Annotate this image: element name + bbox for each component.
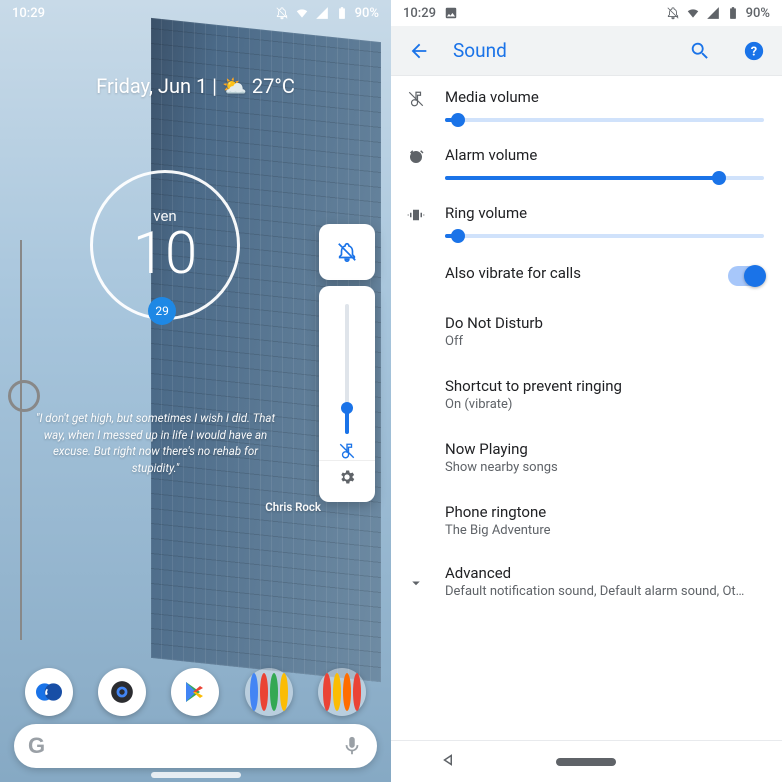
shortcut-row[interactable]: Shortcut to prevent ringing On (vibrate) [391, 363, 782, 426]
ringtone-sub: The Big Adventure [445, 523, 764, 538]
ring-volume-label: Ring volume [445, 204, 764, 222]
dock-folder-2[interactable] [318, 668, 366, 716]
status-time: 10:29 [12, 6, 45, 21]
media-volume-slider[interactable] [445, 118, 764, 122]
ringtone-label: Phone ringtone [445, 503, 764, 521]
alarm-volume-row[interactable]: Alarm volume [391, 134, 782, 192]
chevron-down-icon [407, 574, 425, 592]
shortcut-sub: On (vibrate) [445, 397, 764, 412]
media-volume-label: Media volume [445, 88, 764, 106]
alarm-volume-slider[interactable] [445, 176, 764, 180]
media-mute-icon[interactable] [338, 442, 356, 460]
status-bar: 10:29 90% [0, 0, 391, 26]
media-volume-row[interactable]: Media volume [391, 76, 782, 134]
nav-home-pill[interactable] [556, 758, 616, 766]
dock [0, 668, 391, 716]
settings-header: Sound ? [391, 26, 782, 76]
date-weather-widget[interactable]: Friday, Jun 1 | ⛅ 27°C [0, 74, 391, 98]
battery-percent: 90% [355, 6, 379, 21]
help-button[interactable]: ? [734, 31, 774, 71]
cell-signal-icon [315, 6, 329, 20]
dnd-label: Do Not Disturb [445, 314, 764, 332]
cell-signal-icon [706, 6, 720, 20]
ring-volume-row[interactable]: Ring volume [391, 192, 782, 250]
settings-title: Sound [453, 39, 507, 62]
arrow-back-icon [408, 40, 430, 62]
vibrate-calls-toggle[interactable] [728, 266, 764, 286]
battery-percent: 90% [746, 6, 770, 21]
google-logo-icon: G [28, 733, 45, 759]
settings-sound-screen: 10:29 90% Sound ? Media volume [391, 0, 782, 782]
dnd-row[interactable]: Do Not Disturb Off [391, 300, 782, 363]
wifi-icon [295, 6, 309, 20]
media-mute-icon [407, 90, 425, 108]
advanced-sub: Default notification sound, Default alar… [445, 584, 764, 599]
now-playing-sub: Show nearby songs [445, 460, 764, 475]
google-search-bar[interactable]: G [14, 724, 377, 768]
alarm-icon [407, 148, 425, 166]
clock-day-label: ven [153, 207, 176, 225]
play-store-icon[interactable] [171, 668, 219, 716]
ring-mode-button[interactable] [319, 224, 375, 280]
nav-home-handle[interactable] [151, 772, 241, 778]
advanced-row[interactable]: Advanced Default notification sound, Def… [391, 552, 782, 611]
vibrate-icon [407, 206, 425, 224]
volume-slider-card [319, 286, 375, 502]
camera-app-icon[interactable] [98, 668, 146, 716]
status-bar: 10:29 90% [391, 0, 782, 26]
volume-slider[interactable] [345, 304, 349, 434]
battery-icon [726, 6, 740, 20]
volume-panel [319, 224, 375, 502]
vibrate-calls-label: Also vibrate for calls [445, 264, 710, 282]
back-button[interactable] [399, 31, 439, 71]
shortcut-label: Shortcut to prevent ringing [445, 377, 764, 395]
bell-off-icon [666, 6, 680, 20]
dnd-sub: Off [445, 334, 764, 349]
phone-app-icon[interactable] [25, 668, 73, 716]
quote-text: "I don't get high, but sometimes I wish … [36, 411, 275, 475]
vibrate-calls-row[interactable]: Also vibrate for calls [391, 250, 782, 300]
nav-bar [391, 740, 782, 782]
mic-icon[interactable] [341, 735, 363, 757]
settings-list: Media volume Alarm volume Ring volume Al… [391, 76, 782, 740]
bell-off-icon [275, 6, 289, 20]
battery-icon [335, 6, 349, 20]
now-playing-row[interactable]: Now Playing Show nearby songs [391, 426, 782, 489]
home-screen: 10:29 90% Friday, Jun 1 | ⛅ 27°C ven 10 … [0, 0, 391, 782]
svg-text:?: ? [751, 44, 757, 59]
ring-volume-slider[interactable] [445, 234, 764, 238]
image-notification-icon [444, 6, 458, 20]
dock-folder-1[interactable] [245, 668, 293, 716]
clock-big-date: 10 [133, 225, 197, 283]
wifi-icon [686, 6, 700, 20]
clock-badge: 29 [148, 297, 176, 325]
quote-author: Chris Rock [30, 499, 321, 516]
help-icon: ? [743, 40, 765, 62]
advanced-label: Advanced [445, 564, 764, 582]
gear-icon [338, 468, 356, 486]
search-button[interactable] [680, 31, 720, 71]
clock-widget[interactable]: ven 10 29 [90, 170, 240, 320]
bell-mute-icon [336, 241, 358, 263]
alarm-volume-label: Alarm volume [445, 146, 764, 164]
volume-settings-button[interactable] [319, 460, 375, 492]
now-playing-label: Now Playing [445, 440, 764, 458]
ringtone-row[interactable]: Phone ringtone The Big Adventure [391, 489, 782, 552]
status-time: 10:29 [403, 6, 436, 21]
search-icon [689, 40, 711, 62]
nav-back-button[interactable] [440, 751, 458, 773]
quote-widget: "I don't get high, but sometimes I wish … [30, 410, 281, 515]
